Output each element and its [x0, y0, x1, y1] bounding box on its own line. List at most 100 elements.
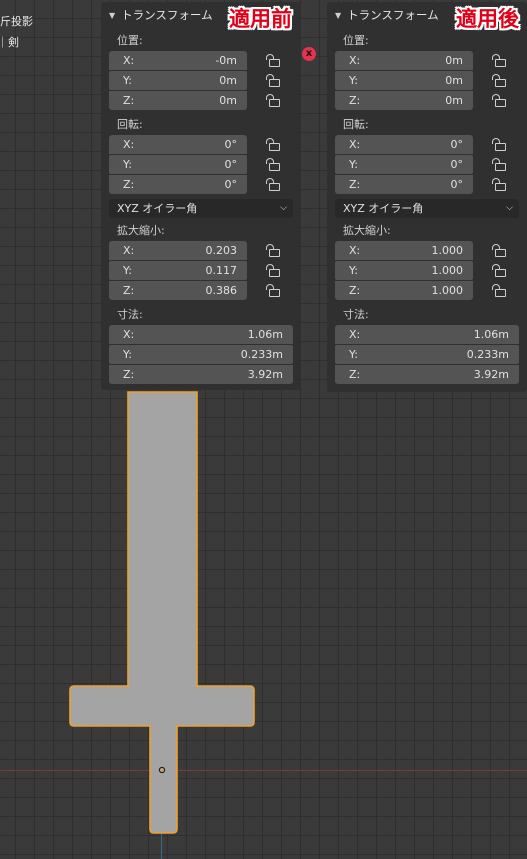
axis-label: X: — [349, 137, 361, 151]
field-value: 0° — [450, 177, 464, 191]
unlocked-padlock-icon[interactable] — [266, 284, 280, 297]
rotation-label: 回転: — [117, 118, 143, 131]
unlocked-padlock-icon[interactable] — [492, 158, 506, 171]
scale-z-field[interactable]: Z: 0.386 — [109, 280, 247, 300]
location-label: 位置: — [343, 34, 369, 47]
axis-label: Z: — [123, 93, 135, 107]
dimensions-y-field[interactable]: Y: 0.233m — [335, 344, 519, 364]
unlocked-padlock-icon[interactable] — [492, 54, 506, 67]
field-value: 0m — [219, 93, 237, 107]
field-value: 0m — [445, 93, 463, 107]
scale-label: 拡大縮小: — [117, 224, 165, 237]
scale-label: 拡大縮小: — [343, 224, 391, 237]
object-origin-dot — [160, 768, 164, 772]
unlocked-padlock-icon[interactable] — [266, 244, 280, 257]
location-y-field[interactable]: Y: 0m — [335, 70, 473, 90]
scale-y-field[interactable]: Y: 1.000 — [335, 260, 473, 280]
unlocked-padlock-icon[interactable] — [266, 54, 280, 67]
rotation-mode-value: XYZ オイラー角 — [343, 202, 424, 215]
axis-label: Y: — [349, 263, 358, 277]
unlocked-padlock-icon[interactable] — [266, 158, 280, 171]
chevron-down-icon: ⌵ — [506, 203, 513, 213]
scale-x-field[interactable]: X: 0.203 — [109, 240, 247, 260]
scale-z-field[interactable]: Z: 1.000 — [335, 280, 473, 300]
rotation-y-field[interactable]: Y: 0° — [109, 154, 247, 174]
dimensions-label: 寸法: — [343, 308, 369, 321]
triangle-down-icon[interactable]: ▼ — [335, 11, 341, 20]
field-value: 0° — [224, 137, 238, 151]
field-value: 0m — [445, 53, 463, 67]
axis-label: X: — [123, 53, 135, 67]
rotation-y-field[interactable]: Y: 0° — [335, 154, 473, 174]
unlocked-padlock-icon[interactable] — [492, 244, 506, 257]
axis-label: X: — [123, 243, 135, 257]
field-value: 0m — [219, 73, 237, 87]
axis-label: Z: — [123, 177, 135, 191]
sword-mesh[interactable] — [69, 391, 255, 834]
rotation-mode-value: XYZ オイラー角 — [117, 202, 198, 215]
field-value: 0.117 — [205, 263, 238, 277]
axis-label: Z: — [349, 283, 361, 297]
rotation-x-field[interactable]: X: 0° — [335, 134, 473, 154]
field-value: 3.92m — [473, 367, 509, 381]
unlocked-padlock-icon[interactable] — [492, 178, 506, 191]
transform-panel-after: ▼ トランスフォーム 位置: X: 0m Y: 0m Z: 0m 回転: X: 0° Y… — [327, 2, 527, 392]
unlocked-padlock-icon[interactable] — [492, 138, 506, 151]
unlocked-padlock-icon[interactable] — [492, 74, 506, 87]
unlocked-padlock-icon[interactable] — [266, 94, 280, 107]
axis-label: Y: — [123, 347, 132, 361]
location-y-field[interactable]: Y: 0m — [109, 70, 247, 90]
field-value: 0° — [224, 157, 238, 171]
axis-label: Y: — [123, 157, 132, 171]
field-value: 0° — [224, 177, 238, 191]
field-value: 0.386 — [205, 283, 238, 297]
transform-panel-before: ▼ トランスフォーム 位置: X: -0m Y: 0m Z: 0m 回転: X: 0° … — [101, 2, 301, 390]
axis-label: Z: — [123, 283, 135, 297]
unlocked-padlock-icon[interactable] — [266, 138, 280, 151]
badge-after: 適用後 — [456, 7, 519, 31]
triangle-down-icon[interactable]: ▼ — [109, 11, 115, 20]
axis-label: X: — [123, 327, 135, 341]
axis-label: X: — [349, 243, 361, 257]
unlocked-padlock-icon[interactable] — [266, 178, 280, 191]
axis-label: Y: — [123, 263, 132, 277]
rotation-mode-select[interactable]: XYZ オイラー角 ⌵ — [335, 198, 519, 218]
field-value: 0.233m — [240, 347, 283, 361]
dimensions-z-field[interactable]: Z: 3.92m — [109, 364, 293, 384]
chevron-down-icon: ⌵ — [280, 203, 287, 213]
dimensions-label: 寸法: — [117, 308, 143, 321]
dimensions-x-field[interactable]: X: 1.06m — [335, 324, 519, 344]
unlocked-padlock-icon[interactable] — [266, 264, 280, 277]
dimensions-z-field[interactable]: Z: 3.92m — [335, 364, 519, 384]
field-value: -0m — [215, 53, 237, 67]
axis-label: Z: — [123, 367, 135, 381]
field-value: 1.000 — [431, 243, 464, 257]
dimensions-y-field[interactable]: Y: 0.233m — [109, 344, 293, 364]
location-label: 位置: — [117, 34, 143, 47]
dimensions-x-field[interactable]: X: 1.06m — [109, 324, 293, 344]
scale-y-field[interactable]: Y: 0.117 — [109, 260, 247, 280]
field-value: 0° — [450, 137, 464, 151]
location-x-field[interactable]: X: -0m — [109, 50, 247, 70]
rotation-z-field[interactable]: Z: 0° — [335, 174, 473, 194]
location-x-field[interactable]: X: 0m — [335, 50, 473, 70]
unlocked-padlock-icon[interactable] — [492, 284, 506, 297]
axis-label: Y: — [349, 347, 358, 361]
rotation-x-field[interactable]: X: 0° — [109, 134, 247, 154]
scale-x-field[interactable]: X: 1.000 — [335, 240, 473, 260]
location-z-field[interactable]: Z: 0m — [335, 90, 473, 110]
axis-label: Z: — [349, 93, 361, 107]
close-icon[interactable]: x — [302, 47, 316, 61]
badge-before: 適用前 — [229, 7, 292, 31]
panel-title: トランスフォーム — [347, 8, 439, 22]
location-z-field[interactable]: Z: 0m — [109, 90, 247, 110]
unlocked-padlock-icon[interactable] — [492, 94, 506, 107]
field-value: 1.06m — [247, 327, 283, 341]
unlocked-padlock-icon[interactable] — [492, 264, 506, 277]
axis-label: Y: — [123, 73, 132, 87]
unlocked-padlock-icon[interactable] — [266, 74, 280, 87]
rotation-z-field[interactable]: Z: 0° — [109, 174, 247, 194]
axis-label: Z: — [349, 177, 361, 191]
axis-label: Y: — [349, 157, 358, 171]
rotation-mode-select[interactable]: XYZ オイラー角 ⌵ — [109, 198, 293, 218]
